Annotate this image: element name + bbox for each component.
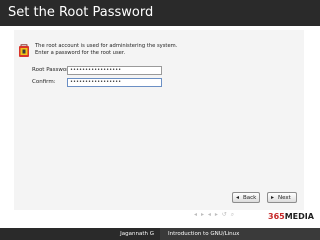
nav-search-icon[interactable]: ⌕ [231, 211, 235, 218]
back-arrow-icon: ◂ [236, 194, 240, 201]
back-button-label: Back [243, 195, 257, 201]
confirm-password-field[interactable]: ••••••••••••••••• [67, 78, 162, 87]
nav-next-icon[interactable]: ▸ [201, 211, 205, 218]
nav-prev-section-icon[interactable]: ◂ [208, 211, 212, 218]
next-button-label: Next [278, 195, 291, 201]
lock-icon [19, 44, 29, 57]
back-button[interactable]: ◂ Back [232, 192, 260, 203]
footer-course-panel: Introduction to GNU/Linux [160, 228, 320, 240]
footer-author-panel: Jagannath G [0, 228, 160, 240]
beamer-navigation[interactable]: ◂ ▸ ◂ ▸ ↺ ⌕ [194, 211, 235, 219]
logo-number: 365 [268, 212, 285, 221]
footer-course: Introduction to GNU/Linux [168, 231, 240, 237]
root-password-field[interactable]: ••••••••••••••••• [67, 66, 162, 75]
nav-back-icon[interactable]: ↺ [222, 211, 228, 218]
confirm-label: Confirm: [32, 79, 56, 85]
slide: Set the Root Password The root account i… [0, 0, 320, 240]
slide-title: Set the Root Password [8, 5, 154, 20]
installer-window [14, 30, 304, 210]
next-button[interactable]: ▸ Next [267, 192, 297, 203]
footer-author: Jagannath G [120, 231, 154, 237]
next-arrow-icon: ▸ [271, 194, 275, 201]
slide-title-bar: Set the Root Password [0, 0, 320, 26]
365media-logo: 365MEDIA [268, 212, 314, 221]
root-account-info: The root account is used for administeri… [35, 43, 178, 56]
nav-prev-icon[interactable]: ◂ [194, 211, 198, 218]
logo-word: MEDIA [284, 212, 314, 221]
nav-next-section-icon[interactable]: ▸ [215, 211, 219, 218]
